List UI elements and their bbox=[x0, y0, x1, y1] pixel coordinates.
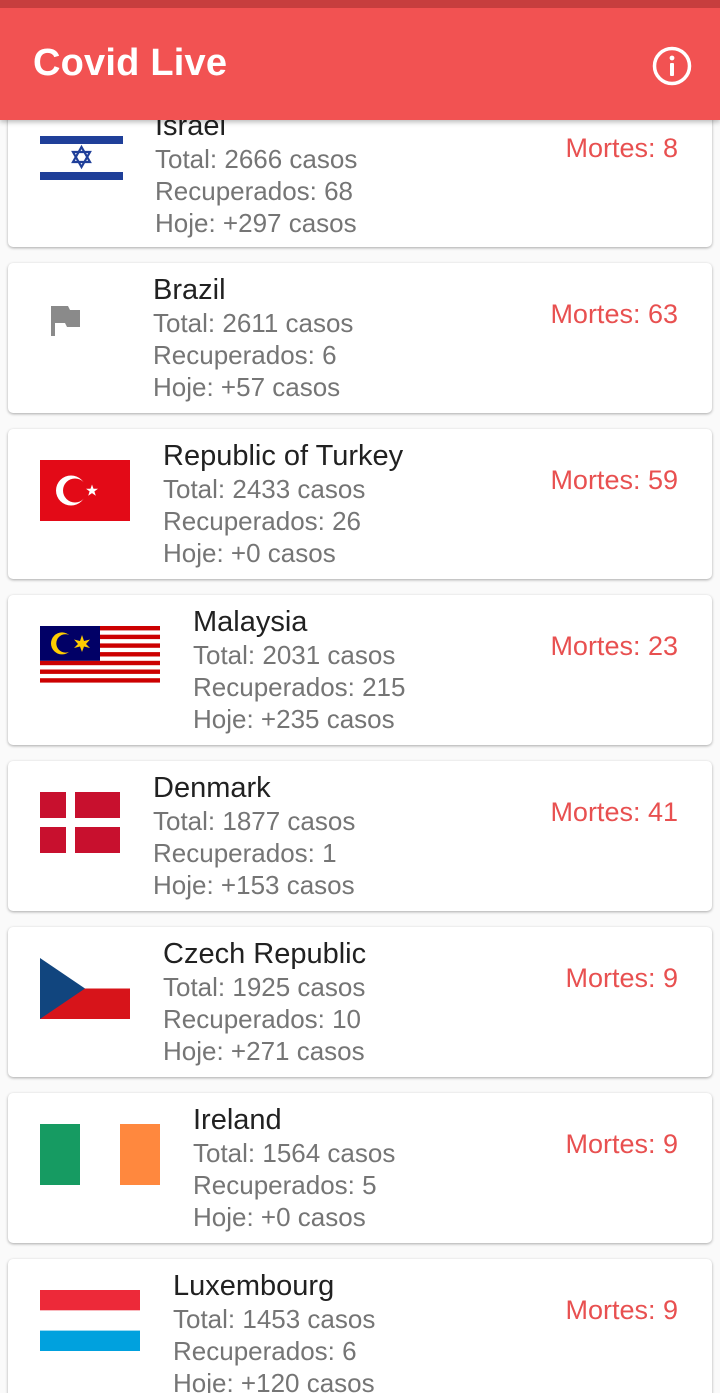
country-card[interactable]: Brazil Total: 2611 casos Recuperados: 6 … bbox=[8, 263, 712, 413]
today-cases: Hoje: +235 casos bbox=[193, 704, 395, 734]
today-cases: Hoje: +0 casos bbox=[163, 538, 336, 568]
country-name: Czech Republic bbox=[163, 938, 367, 970]
today-cases: Hoje: +0 casos bbox=[193, 1202, 366, 1232]
country-info: Malaysia Total: 2031 casos Recuperados: … bbox=[193, 605, 405, 735]
recovered-count: Recuperados: 68 bbox=[155, 176, 354, 206]
deaths-count: Mortes: 9 bbox=[565, 1295, 678, 1325]
deaths-count: Mortes: 9 bbox=[565, 1129, 678, 1159]
recovered-count: Recuperados: 5 bbox=[193, 1170, 377, 1200]
flag-placeholder-icon bbox=[51, 306, 80, 336]
deaths-count: Mortes: 59 bbox=[550, 465, 678, 495]
total-cases: Total: 2666 casos bbox=[155, 144, 358, 174]
total-cases: Total: 1453 casos bbox=[173, 1304, 376, 1334]
israel-flag-icon bbox=[40, 133, 123, 183]
country-info: Brazil Total: 2611 casos Recuperados: 6 … bbox=[153, 273, 353, 403]
today-cases: Hoje: +120 casos bbox=[173, 1368, 375, 1393]
recovered-count: Recuperados: 6 bbox=[153, 340, 337, 370]
country-info: Ireland Total: 1564 casos Recuperados: 5… bbox=[193, 1103, 395, 1233]
recovered-count: Recuperados: 26 bbox=[163, 506, 362, 536]
deaths-count: Mortes: 8 bbox=[565, 133, 678, 163]
recovered-count: Recuperados: 215 bbox=[193, 672, 406, 702]
country-name: Republic of Turkey bbox=[163, 440, 404, 472]
country-name: Denmark bbox=[153, 772, 271, 804]
country-card[interactable]: Luxembourg Total: 1453 casos Recuperados… bbox=[8, 1259, 712, 1393]
deaths-count: Mortes: 9 bbox=[565, 963, 678, 993]
recovered-count: Recuperados: 1 bbox=[153, 838, 337, 868]
recovered-count: Recuperados: 10 bbox=[163, 1004, 362, 1034]
today-cases: Hoje: +57 casos bbox=[153, 372, 341, 402]
country-card[interactable]: Republic of Turkey Total: 2433 casos Rec… bbox=[8, 429, 712, 579]
turkey-flag-icon bbox=[40, 460, 130, 521]
country-name: Brazil bbox=[153, 274, 226, 306]
country-info: Luxembourg Total: 1453 casos Recuperados… bbox=[173, 1269, 375, 1393]
total-cases: Total: 2433 casos bbox=[163, 474, 366, 504]
country-info: Republic of Turkey Total: 2433 casos Rec… bbox=[163, 439, 403, 569]
info-button[interactable] bbox=[650, 44, 694, 88]
country-card[interactable]: Malaysia Total: 2031 casos Recuperados: … bbox=[8, 595, 712, 745]
total-cases: Total: 1925 casos bbox=[163, 972, 366, 1002]
denmark-flag-icon bbox=[40, 792, 120, 853]
app-bar: Covid Live bbox=[0, 8, 720, 120]
country-info: Czech Republic Total: 1925 casos Recuper… bbox=[163, 937, 366, 1067]
country-card[interactable]: Czech Republic Total: 1925 casos Recuper… bbox=[8, 927, 712, 1077]
today-cases: Hoje: +153 casos bbox=[153, 870, 355, 900]
deaths-count: Mortes: 63 bbox=[550, 299, 678, 329]
country-card[interactable]: Denmark Total: 1877 casos Recuperados: 1… bbox=[8, 761, 712, 911]
total-cases: Total: 2031 casos bbox=[193, 640, 396, 670]
luxembourg-flag-icon bbox=[40, 1290, 140, 1351]
ireland-flag-icon bbox=[40, 1124, 160, 1185]
total-cases: Total: 2611 casos bbox=[153, 308, 354, 338]
app-title: Covid Live bbox=[33, 42, 228, 84]
total-cases: Total: 1877 casos bbox=[153, 806, 356, 836]
country-list[interactable]: Israel Total: 2666 casos Recuperados: 68… bbox=[0, 0, 720, 1393]
country-info: Denmark Total: 1877 casos Recuperados: 1… bbox=[153, 771, 355, 901]
total-cases: Total: 1564 casos bbox=[193, 1138, 396, 1168]
status-bar bbox=[0, 0, 720, 8]
recovered-count: Recuperados: 6 bbox=[173, 1336, 357, 1366]
deaths-count: Mortes: 41 bbox=[550, 797, 678, 827]
country-card[interactable]: Ireland Total: 1564 casos Recuperados: 5… bbox=[8, 1093, 712, 1243]
country-name: Malaysia bbox=[193, 606, 308, 638]
malaysia-flag-icon bbox=[40, 626, 160, 687]
today-cases: Hoje: +297 casos bbox=[155, 208, 357, 238]
country-name: Ireland bbox=[193, 1104, 282, 1136]
czech-flag-icon bbox=[40, 958, 130, 1019]
country-name: Luxembourg bbox=[173, 1270, 335, 1302]
today-cases: Hoje: +271 casos bbox=[163, 1036, 365, 1066]
country-info: Israel Total: 2666 casos Recuperados: 68… bbox=[155, 109, 357, 239]
info-icon bbox=[652, 46, 692, 86]
deaths-count: Mortes: 23 bbox=[550, 631, 678, 661]
